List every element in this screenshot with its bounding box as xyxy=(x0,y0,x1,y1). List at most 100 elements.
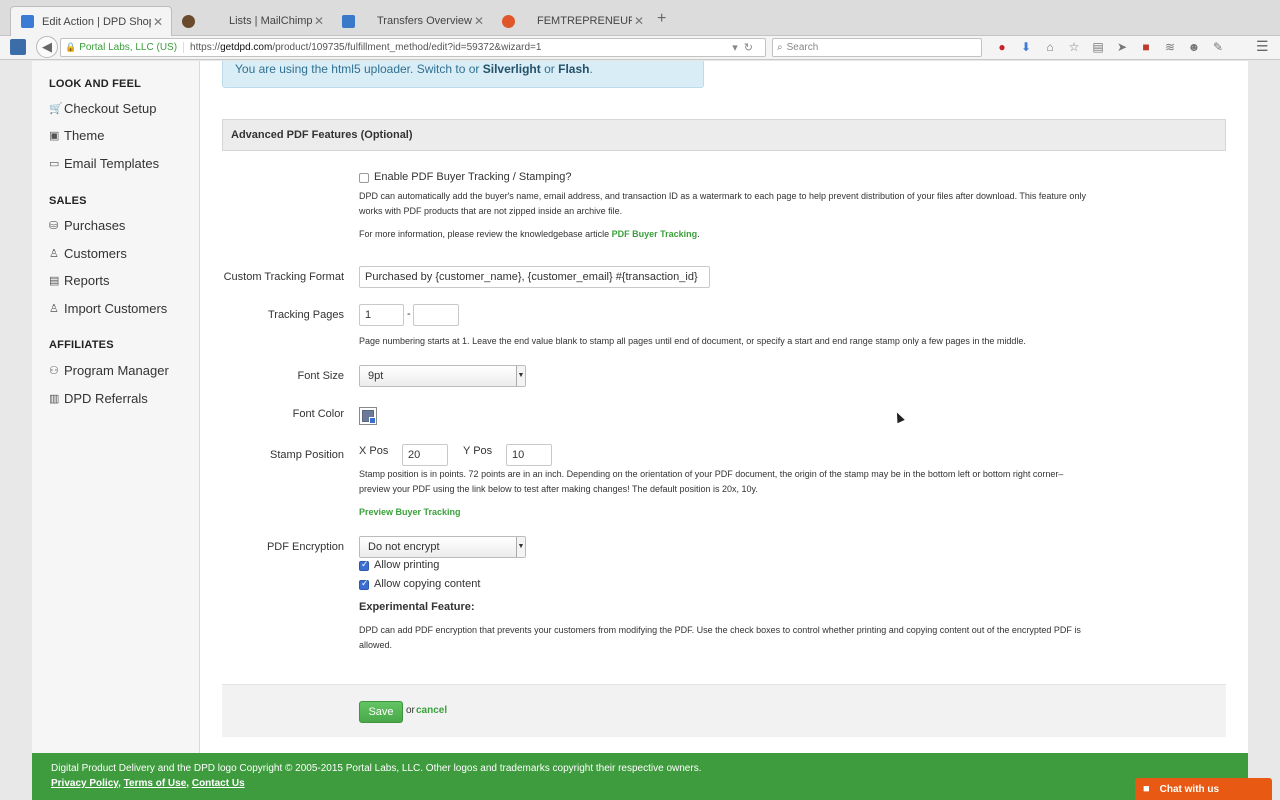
sidebar-item-label: Email Templates xyxy=(64,156,160,171)
url-text[interactable]: https://getdpd.com/product/109735/fulfil… xyxy=(190,42,732,53)
xpos-input[interactable]: 20 xyxy=(402,444,448,466)
sidebar-item-label: Customers xyxy=(64,246,127,261)
desc-line-1: DPD can automatically add the buyer's na… xyxy=(359,191,1086,201)
tracking-pages-end-input[interactable] xyxy=(413,304,459,326)
close-icon[interactable]: ✕ xyxy=(632,14,646,28)
sidebar-item-customers[interactable]: ♙ Customers xyxy=(49,246,127,261)
site-identity[interactable]: Portal Labs, LLC (US) xyxy=(79,42,185,53)
people-icon[interactable]: ☻ xyxy=(1182,39,1206,56)
privacy-policy-link[interactable]: Privacy Policy xyxy=(51,778,118,789)
browser-tab-edit-action[interactable]: Edit Action | DPD Shopping ... ✕ xyxy=(10,6,172,36)
browser-tab-mailchimp[interactable]: Lists | MailChimp ✕ xyxy=(172,6,332,36)
layers-icon[interactable]: ≋ xyxy=(1158,39,1182,56)
allow-copying-label: Allow copying content xyxy=(374,578,481,590)
silverlight-link[interactable]: Silverlight xyxy=(483,62,541,76)
kb-note-end: . xyxy=(697,229,700,239)
encryption-value: Do not encrypt xyxy=(368,541,440,553)
sidebar-item-label: Purchases xyxy=(64,218,126,233)
terms-of-use-link[interactable]: Terms of Use xyxy=(124,778,187,789)
menu-icon[interactable]: ☰ xyxy=(1256,38,1269,55)
search-input[interactable]: ⌕ Search xyxy=(772,38,982,57)
sidebar-heading-look-and-feel: LOOK AND FEEL xyxy=(49,78,142,90)
ypos-label: Y Pos xyxy=(463,445,493,457)
chat-bubble-icon: ■ xyxy=(1143,783,1150,795)
kb-note: For more information, please review the … xyxy=(359,227,700,242)
bag-icon: ⛁ xyxy=(49,220,59,232)
new-tab-button[interactable]: + xyxy=(657,10,666,28)
tab-label: Lists | MailChimp xyxy=(229,15,312,27)
sidebar-item-import-customers[interactable]: ♙ Import Customers xyxy=(49,301,167,316)
group-icon: ⚇ xyxy=(49,365,59,377)
sidebar-item-checkout-setup[interactable]: 🛒 Checkout Setup xyxy=(49,101,157,116)
pdf-encryption-select[interactable]: Do not encrypt ▼ xyxy=(359,536,526,558)
lock-icon: 🔒 xyxy=(65,42,77,52)
tracking-format-input[interactable]: Purchased by {customer_name}, {customer_… xyxy=(359,266,710,288)
sidebar-toggle-icon[interactable] xyxy=(10,39,26,55)
alert-end: . xyxy=(589,62,593,76)
save-button[interactable]: Save xyxy=(359,701,403,723)
font-size-select[interactable]: 9pt ▼ xyxy=(359,365,526,387)
or-text: or xyxy=(406,705,415,716)
back-button[interactable]: ◀ xyxy=(36,36,58,58)
sidebar-item-email-templates[interactable]: ▭ Email Templates xyxy=(49,156,159,171)
font-color-picker[interactable] xyxy=(359,407,377,425)
footer-links: Privacy Policy, Terms of Use, Contact Us xyxy=(51,778,245,789)
extension-icon[interactable]: ■ xyxy=(1134,39,1158,56)
alert-or: or xyxy=(544,62,555,76)
sidebar-heading-sales: SALES xyxy=(49,195,87,207)
chat-widget-button[interactable]: ■ Chat with us xyxy=(1135,778,1272,800)
sidebar-item-reports[interactable]: ▤ Reports xyxy=(49,273,110,288)
browser-tab-femtrepreneur[interactable]: FEMTREPRENEUR ✕ xyxy=(492,6,652,36)
reload-icon[interactable]: ▾↻ xyxy=(732,41,759,54)
preview-buyer-tracking-link[interactable]: Preview Buyer Tracking xyxy=(359,505,461,520)
color-swatch-icon xyxy=(362,410,376,424)
pinterest-icon[interactable]: ● xyxy=(990,39,1014,56)
cancel-link[interactable]: cancel xyxy=(416,705,447,716)
download-icon[interactable]: ⬇ xyxy=(1014,39,1038,56)
footer: Digital Product Delivery and the DPD log… xyxy=(32,753,1248,800)
bar-chart-icon: ▥ xyxy=(49,393,60,405)
footer-copyright: Digital Product Delivery and the DPD log… xyxy=(51,763,702,774)
allow-printing-checkbox[interactable] xyxy=(359,559,369,571)
experimental-line-1: DPD can add PDF encryption that prevents… xyxy=(359,625,1081,635)
tracking-pages-help: Page numbering starts at 1. Leave the en… xyxy=(359,336,1026,346)
pen-icon[interactable]: ✎ xyxy=(1206,39,1230,56)
reading-list-icon[interactable]: ▤ xyxy=(1086,39,1110,56)
pdf-buyer-tracking-link[interactable]: PDF Buyer Tracking xyxy=(612,229,698,239)
flash-link[interactable]: Flash xyxy=(558,62,589,76)
sidebar-item-theme[interactable]: ▣ Theme xyxy=(49,128,104,143)
close-icon[interactable]: ✕ xyxy=(312,14,326,28)
tracking-pages-start-input[interactable]: 1 xyxy=(359,304,404,326)
pdf-encryption-label: PDF Encryption xyxy=(266,541,344,553)
page: LOOK AND FEEL 🛒 Checkout Setup ▣ Theme ▭ Em… xyxy=(32,61,1248,800)
toolbar-icons: ● ⬇ ⌂ ☆ ▤ ➤ ■ ≋ ☻ ✎ xyxy=(990,39,1230,56)
search-icon: ⌕ xyxy=(777,42,783,53)
sidebar-item-dpd-referrals[interactable]: ▥ DPD Referrals xyxy=(49,391,148,406)
user-icon: ♙ xyxy=(49,248,59,260)
close-icon[interactable]: ✕ xyxy=(151,15,165,29)
browser-tab-transfers[interactable]: Transfers Overview ✕ xyxy=(332,6,492,36)
uploader-alert: You are using the html5 uploader. Switch… xyxy=(222,61,704,88)
font-size-value: 9pt xyxy=(368,370,384,382)
close-icon[interactable]: ✕ xyxy=(472,14,486,28)
bookmark-star-icon[interactable]: ☆ xyxy=(1062,39,1086,56)
range-separator: - xyxy=(407,308,411,320)
sidebar-item-program-manager[interactable]: ⚇ Program Manager xyxy=(49,363,169,378)
tracking-description: DPD can automatically add the buyer's na… xyxy=(359,189,1119,219)
desc-line-2: works with PDF products that are not zip… xyxy=(359,206,623,216)
footer-sep: , xyxy=(118,778,121,789)
url-bar[interactable]: 🔒 Portal Labs, LLC (US) https://getdpd.c… xyxy=(60,38,766,57)
send-icon[interactable]: ➤ xyxy=(1110,39,1134,56)
stamp-position-label: Stamp Position xyxy=(270,449,344,461)
contact-us-link[interactable]: Contact Us xyxy=(192,778,245,789)
experimental-description: DPD can add PDF encryption that prevents… xyxy=(359,623,1119,653)
sidebar-item-purchases[interactable]: ⛁ Purchases xyxy=(49,218,125,233)
allow-copying-checkbox[interactable] xyxy=(359,578,369,590)
enable-tracking-checkbox[interactable] xyxy=(359,173,369,183)
ypos-input[interactable]: 10 xyxy=(506,444,552,466)
chevron-down-icon: ▼ xyxy=(516,537,525,557)
home-icon[interactable]: ⌂ xyxy=(1038,39,1062,56)
email-icon: ▭ xyxy=(49,158,60,170)
enable-tracking-label: Enable PDF Buyer Tracking / Stamping? xyxy=(374,171,572,183)
femtrepreneur-favicon-icon xyxy=(502,14,515,28)
